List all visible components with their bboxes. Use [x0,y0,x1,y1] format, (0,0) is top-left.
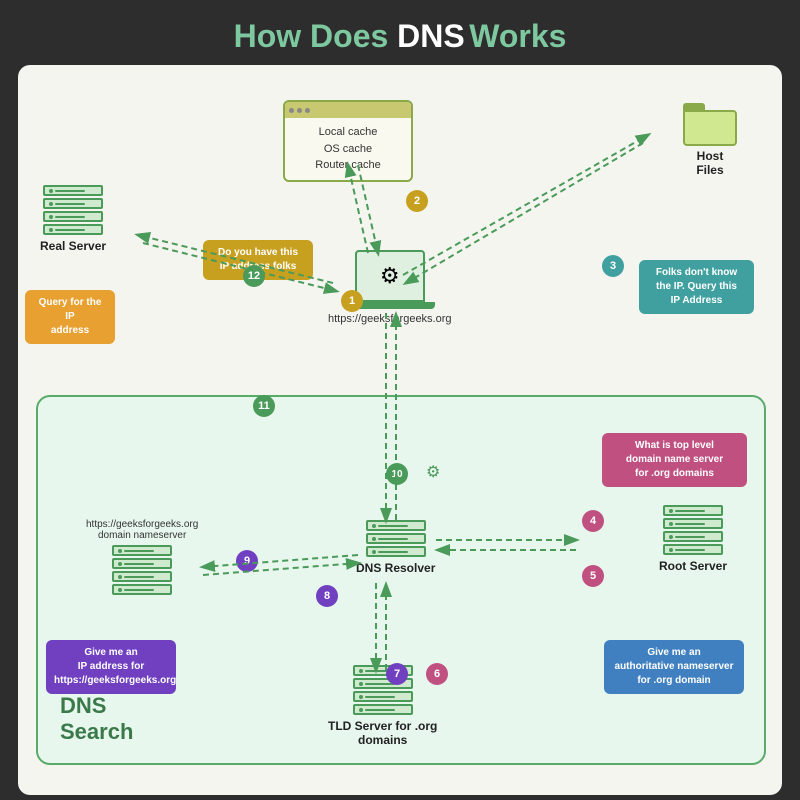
real-server-label: Real Server [40,239,106,253]
give-me-ip-tooltip: Give me anIP address forhttps://geeksfor… [46,640,176,694]
title-part1: How Does [234,18,398,54]
main-container: How Does DNS Works DNSSearch Local cache… [0,0,800,800]
root-server-label: Root Server [659,559,727,573]
query-tooltip: Query for the IPaddress [25,290,115,344]
host-files-box: HostFiles [683,103,737,177]
num-circle-1: 1 [341,290,363,312]
title-highlight: DNS [397,18,465,54]
diagram-area: DNSSearch Local cacheOS cacheRouter cach… [18,65,782,795]
num-circle-5: 5 [582,565,604,587]
dns-search-label: DNSSearch [60,693,133,745]
num-circle-9: 9 [236,550,258,572]
num-circle-10: 10 [386,463,408,485]
num-circle-8: 8 [316,585,338,607]
cache-dot-3 [305,108,310,113]
num-circle-3: 3 [602,255,624,277]
real-server-box: Real Server Query for the IPaddress [40,185,106,253]
what-is-top-tooltip: What is top leveldomain name serverfor .… [602,433,747,487]
domain-ns-box: https://geeksforgeeks.orgdomain nameserv… [86,515,198,595]
num-circle-11: 11 [253,395,275,417]
folder-body [683,110,737,146]
real-server-icon [43,185,103,235]
laptop-label: https://geeksforgeeks.org [328,313,452,325]
num-circle-2: 2 [406,190,428,212]
cache-box: Local cacheOS cacheRouter cache [283,100,413,182]
dns-resolver-box: DNS Resolver [356,520,435,575]
title-part2: Works [469,18,566,54]
dns-resolver-label: DNS Resolver [356,561,435,575]
root-server-icon [663,505,723,555]
laptop-screen: ⚙ [355,250,425,302]
cache-dot-1 [289,108,294,113]
give-me-auth-tooltip: Give me anauthoritative nameserverfor .o… [604,640,744,694]
title-area: How Does DNS Works [0,0,800,65]
num-circle-4: 4 [582,510,604,532]
root-server-box: Root Server [659,505,727,573]
dns-resolver-icon [366,520,426,557]
laptop-box: ⚙ https://geeksforgeeks.org [328,250,452,325]
gear-icon: ⚙ [380,263,400,289]
cache-box-header [285,102,411,118]
tld-server-box: TLD Server for .orgdomains [328,665,437,747]
num-circle-12: 12 [243,265,265,287]
folks-dont-know-tooltip: Folks don't knowthe IP. Query thisIP Add… [639,260,754,314]
num-circle-7: 7 [386,663,408,685]
num-circle-6: 6 [426,663,448,685]
cache-box-body: Local cacheOS cacheRouter cache [285,118,411,180]
domain-ns-top-label: https://geeksforgeeks.orgdomain nameserv… [86,519,198,541]
domain-ns-icon [112,545,172,595]
tld-server-label: TLD Server for .orgdomains [328,719,437,747]
folder-icon [683,103,737,145]
host-files-label: HostFiles [696,149,723,177]
cache-dot-2 [297,108,302,113]
